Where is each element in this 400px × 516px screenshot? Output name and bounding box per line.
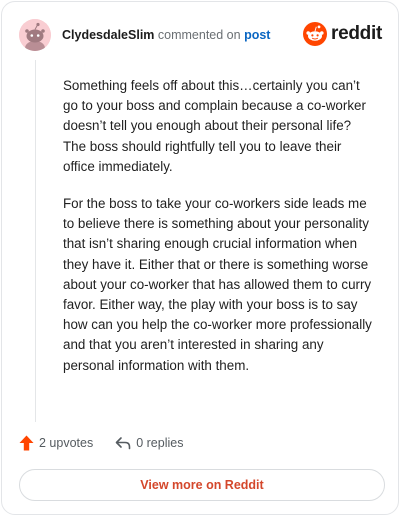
- upvote-arrow-icon: [19, 435, 34, 451]
- replies-button[interactable]: 0 replies: [115, 436, 183, 450]
- reply-arrow-icon: [115, 437, 131, 450]
- comment-paragraph: For the boss to take your co-workers sid…: [63, 196, 372, 373]
- reddit-snoo-icon: [303, 22, 328, 46]
- snoo-avatar-icon: [19, 19, 51, 51]
- upvote-button[interactable]: 2 upvotes: [19, 435, 93, 451]
- comment-header: ClydesdaleSlim commented on post reddit: [19, 18, 382, 52]
- username-link[interactable]: ClydesdaleSlim: [62, 28, 154, 42]
- avatar[interactable]: [19, 19, 51, 51]
- commented-on-text: commented on: [157, 28, 241, 42]
- comment-body: Something feels off about this…certainly…: [63, 76, 375, 393]
- reply-count: 0 replies: [136, 436, 184, 450]
- comment-meta: ClydesdaleSlim commented on post: [62, 27, 270, 43]
- upvote-count: 2 upvotes: [39, 436, 94, 450]
- comment-actions: 2 upvotes 0 replies: [19, 435, 183, 451]
- reddit-logo[interactable]: reddit: [303, 22, 382, 46]
- comment-paragraph: Something feels off about this…certainly…: [63, 78, 366, 174]
- thread-line: [35, 60, 36, 422]
- reddit-wordmark: reddit: [331, 23, 382, 44]
- comment-embed-card: ClydesdaleSlim commented on post reddit …: [1, 1, 399, 515]
- post-link[interactable]: post: [244, 28, 270, 42]
- view-more-on-reddit-button[interactable]: View more on Reddit: [19, 469, 385, 501]
